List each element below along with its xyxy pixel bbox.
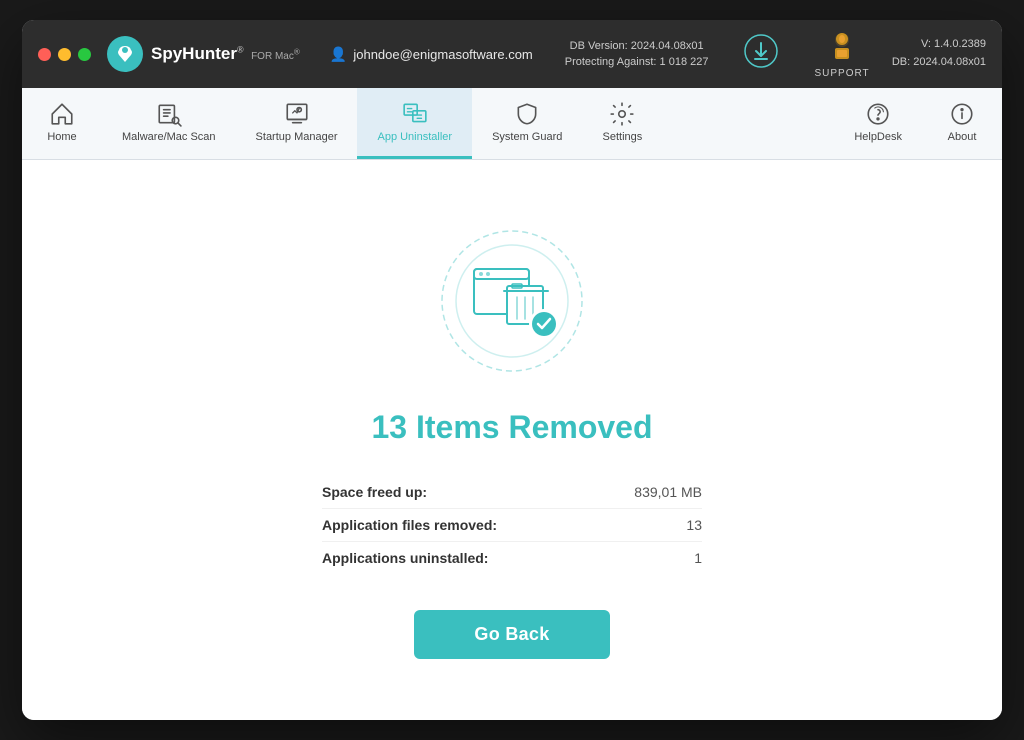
close-button[interactable]: [38, 48, 51, 61]
scan-icon: [156, 101, 182, 127]
stats-table: Space freed up: 839,01 MB Application fi…: [322, 476, 702, 574]
shield-icon: [514, 101, 540, 127]
email-text: johndoe@enigmasoftware.com: [353, 47, 532, 62]
nav-label-scan: Malware/Mac Scan: [122, 131, 216, 143]
logo-area: SpyHunter® FOR Mac®: [107, 36, 300, 72]
version-info: V: 1.4.0.2389 DB: 2024.04.08x01: [892, 36, 986, 71]
db-label-text: DB: 2024.04.08x01: [892, 54, 986, 72]
stat-value-files: 13: [686, 517, 702, 533]
stat-row-files: Application files removed: 13: [322, 509, 702, 542]
nav-item-settings[interactable]: Settings: [582, 88, 662, 159]
about-icon: [949, 101, 975, 127]
nav-label-home: Home: [47, 131, 76, 143]
stat-row-space: Space freed up: 839,01 MB: [322, 476, 702, 509]
stat-label-space: Space freed up:: [322, 484, 427, 500]
go-back-button[interactable]: Go Back: [414, 610, 609, 659]
support-button[interactable]: SUPPORT: [814, 30, 869, 79]
nav-item-uninstaller[interactable]: App Uninstaller: [357, 88, 472, 159]
nav-label-uninstaller: App Uninstaller: [377, 131, 452, 143]
stat-label-apps: Applications uninstalled:: [322, 550, 488, 566]
maximize-button[interactable]: [78, 48, 91, 61]
stat-label-files: Application files removed:: [322, 517, 497, 533]
home-icon: [49, 101, 75, 127]
protecting-text: Protecting Against: 1 018 227: [565, 54, 709, 71]
download-icon[interactable]: [744, 34, 778, 75]
main-content: 13 Items Removed Space freed up: 839,01 …: [22, 160, 1002, 720]
nav-spacer: [662, 88, 834, 159]
nav-item-helpdesk[interactable]: HelpDesk: [834, 88, 922, 159]
traffic-lights: [38, 48, 91, 61]
nav-label-about: About: [948, 131, 977, 143]
stat-value-apps: 1: [694, 550, 702, 566]
nav-item-startup[interactable]: Startup Manager: [236, 88, 358, 159]
stat-row-apps: Applications uninstalled: 1: [322, 542, 702, 574]
nav-item-scan[interactable]: Malware/Mac Scan: [102, 88, 236, 159]
startup-icon: [284, 101, 310, 127]
navbar: Home Malware/Mac Scan Startup Manager: [22, 88, 1002, 160]
nav-label-startup: Startup Manager: [256, 131, 338, 143]
version-text: V: 1.4.0.2389: [892, 36, 986, 54]
db-info: DB Version: 2024.04.08x01 Protecting Aga…: [565, 38, 709, 71]
nav-item-systemguard[interactable]: System Guard: [472, 88, 582, 159]
nav-label-systemguard: System Guard: [492, 131, 562, 143]
support-label: SUPPORT: [814, 68, 869, 79]
nav-label-helpdesk: HelpDesk: [854, 131, 902, 143]
stat-value-space: 839,01 MB: [634, 484, 702, 500]
user-email-display: 👤 johndoe@enigmasoftware.com: [330, 46, 533, 63]
helpdesk-icon: [865, 101, 891, 127]
uninstaller-icon: [402, 101, 428, 127]
nav-label-settings: Settings: [603, 131, 643, 143]
nav-item-home[interactable]: Home: [22, 88, 102, 159]
items-removed-title: 13 Items Removed: [371, 409, 652, 446]
success-icon: [432, 221, 592, 381]
app-window: SpyHunter® FOR Mac® 👤 johndoe@enigmasoft…: [22, 20, 1002, 720]
user-icon: 👤: [330, 46, 347, 63]
nav-item-about[interactable]: About: [922, 88, 1002, 159]
titlebar-center: 👤 johndoe@enigmasoftware.com DB Version:…: [324, 30, 876, 79]
logo-text: SpyHunter® FOR Mac®: [151, 44, 300, 64]
db-version-text: DB Version: 2024.04.08x01: [565, 38, 709, 55]
titlebar: SpyHunter® FOR Mac® 👤 johndoe@enigmasoft…: [22, 20, 1002, 88]
minimize-button[interactable]: [58, 48, 71, 61]
settings-icon: [609, 101, 635, 127]
